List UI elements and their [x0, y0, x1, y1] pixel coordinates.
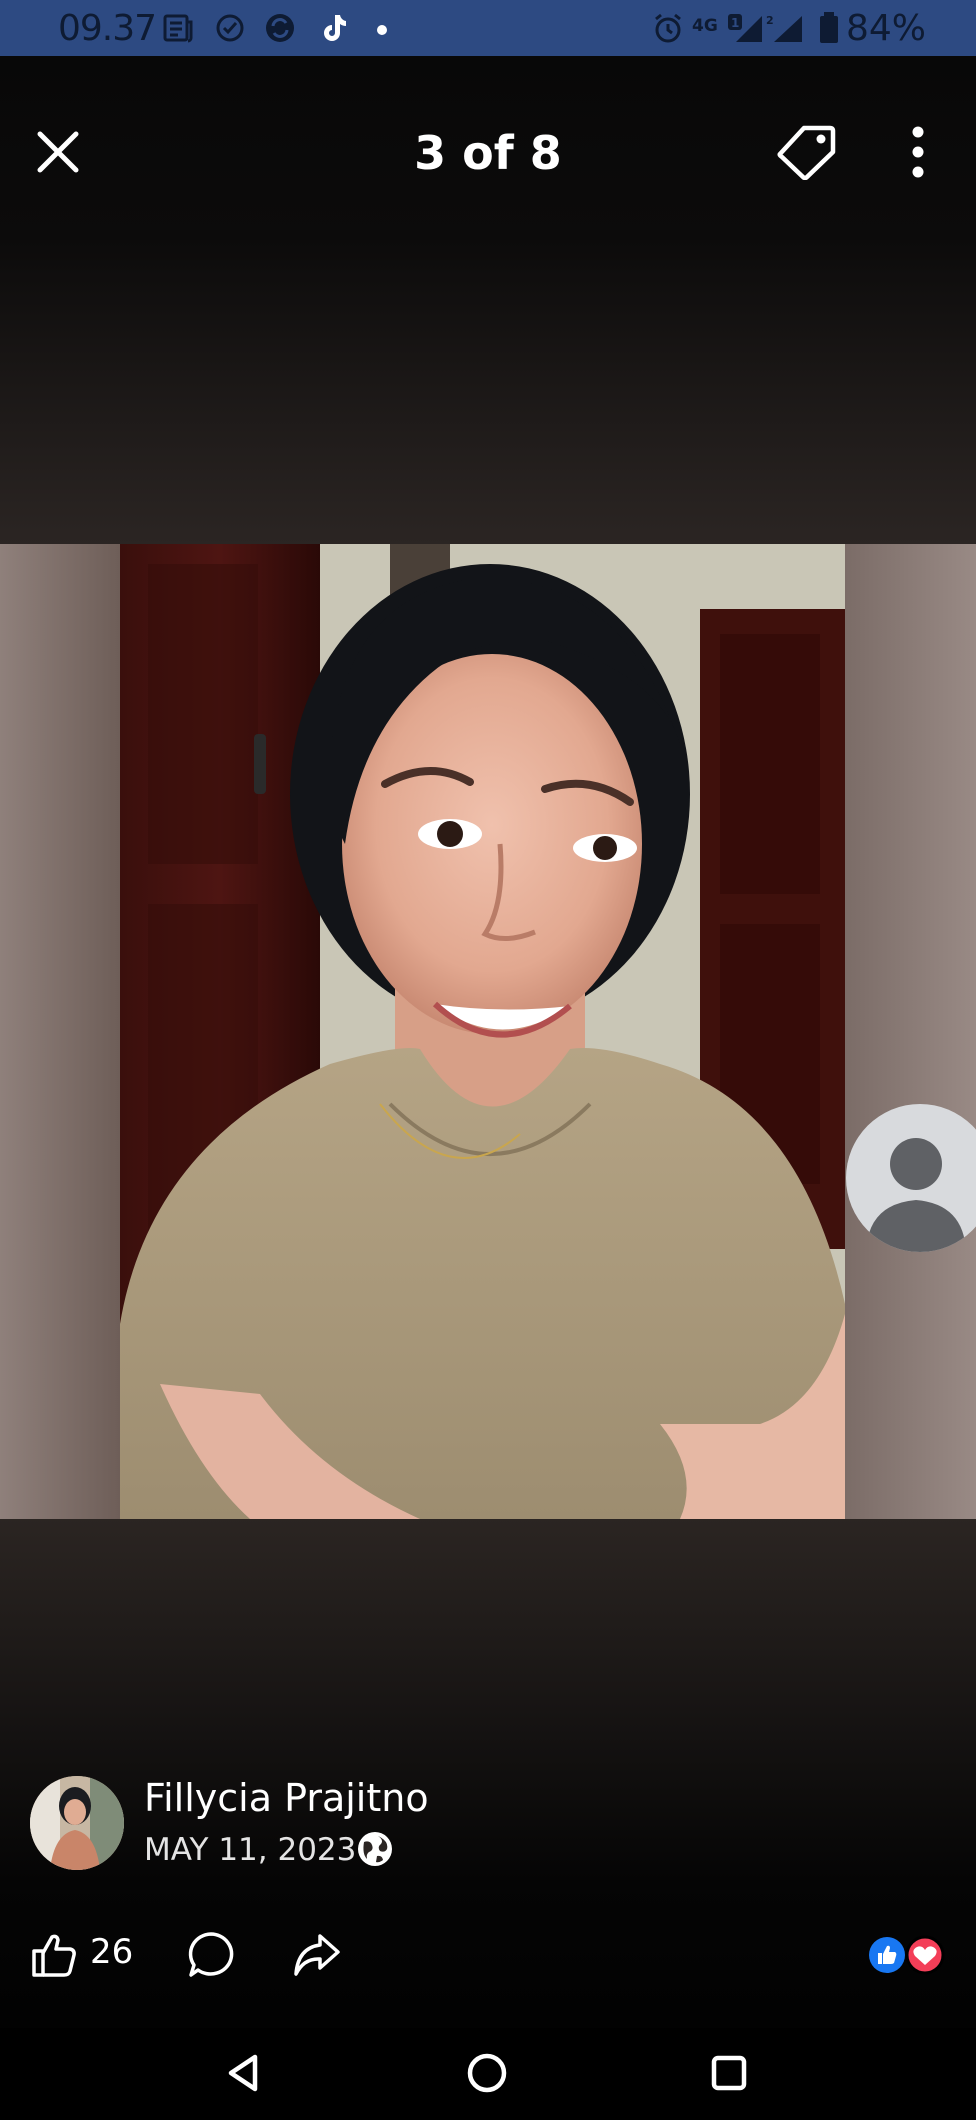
post-author: Fillycia Prajitno MAY 11, 2023	[30, 1776, 930, 1876]
home-icon	[467, 2053, 507, 2093]
network-type: 4G	[692, 16, 718, 36]
share-icon	[294, 1934, 340, 1976]
author-avatar-image	[30, 1776, 124, 1870]
photo-viewer-screen: 09.37 4G 1 2 84% 3 of 8 Fillycia Prajitn…	[0, 0, 976, 2120]
home-button[interactable]	[456, 2042, 518, 2104]
data-saver-icon	[266, 14, 294, 42]
sim2-badge: 2	[766, 14, 774, 27]
signal-icon: 4G 1 2	[692, 14, 802, 42]
tag-icon	[777, 125, 836, 180]
like-button[interactable]	[26, 1928, 82, 1982]
comment-button[interactable]	[182, 1928, 240, 1982]
back-button[interactable]	[212, 2042, 274, 2104]
like-count[interactable]: 26	[90, 1932, 133, 1972]
share-button[interactable]	[288, 1928, 346, 1982]
photo[interactable]	[0, 544, 976, 1519]
battery-percentage: 84%	[846, 8, 927, 49]
photo-viewer-header: 3 of 8	[0, 100, 976, 210]
status-time: 09.37	[58, 8, 157, 49]
system-navigation-bar	[0, 2028, 976, 2120]
like-icon	[32, 1934, 76, 1977]
recents-icon	[711, 2055, 747, 2091]
tiktok-icon	[324, 15, 346, 41]
recents-button[interactable]	[698, 2042, 760, 2104]
author-name[interactable]: Fillycia Prajitno	[144, 1776, 429, 1820]
author-avatar[interactable]	[30, 1776, 124, 1870]
photo-image	[0, 544, 976, 1519]
alarm-icon	[655, 13, 681, 43]
comment-icon	[188, 1932, 234, 1977]
post-actions: 26	[0, 1924, 976, 1984]
sim1-badge: 1	[731, 16, 739, 30]
news-icon	[163, 14, 193, 43]
like-reaction-icon	[869, 1937, 905, 1973]
more-options-button[interactable]	[878, 116, 958, 188]
globe-icon	[358, 1832, 392, 1866]
battery-icon	[820, 12, 838, 43]
notification-dot-icon	[377, 25, 387, 35]
reactions-icon-group	[869, 1935, 945, 1975]
check-circle-icon	[216, 14, 244, 42]
tag-button[interactable]	[766, 114, 846, 190]
love-reaction-icon	[905, 1935, 945, 1975]
more-options-icon	[912, 126, 924, 178]
reactions-summary[interactable]	[862, 1934, 952, 1976]
back-icon	[228, 2054, 258, 2092]
status-bar: 09.37 4G 1 2 84%	[0, 0, 976, 56]
post-date: MAY 11, 2023	[144, 1832, 357, 1868]
